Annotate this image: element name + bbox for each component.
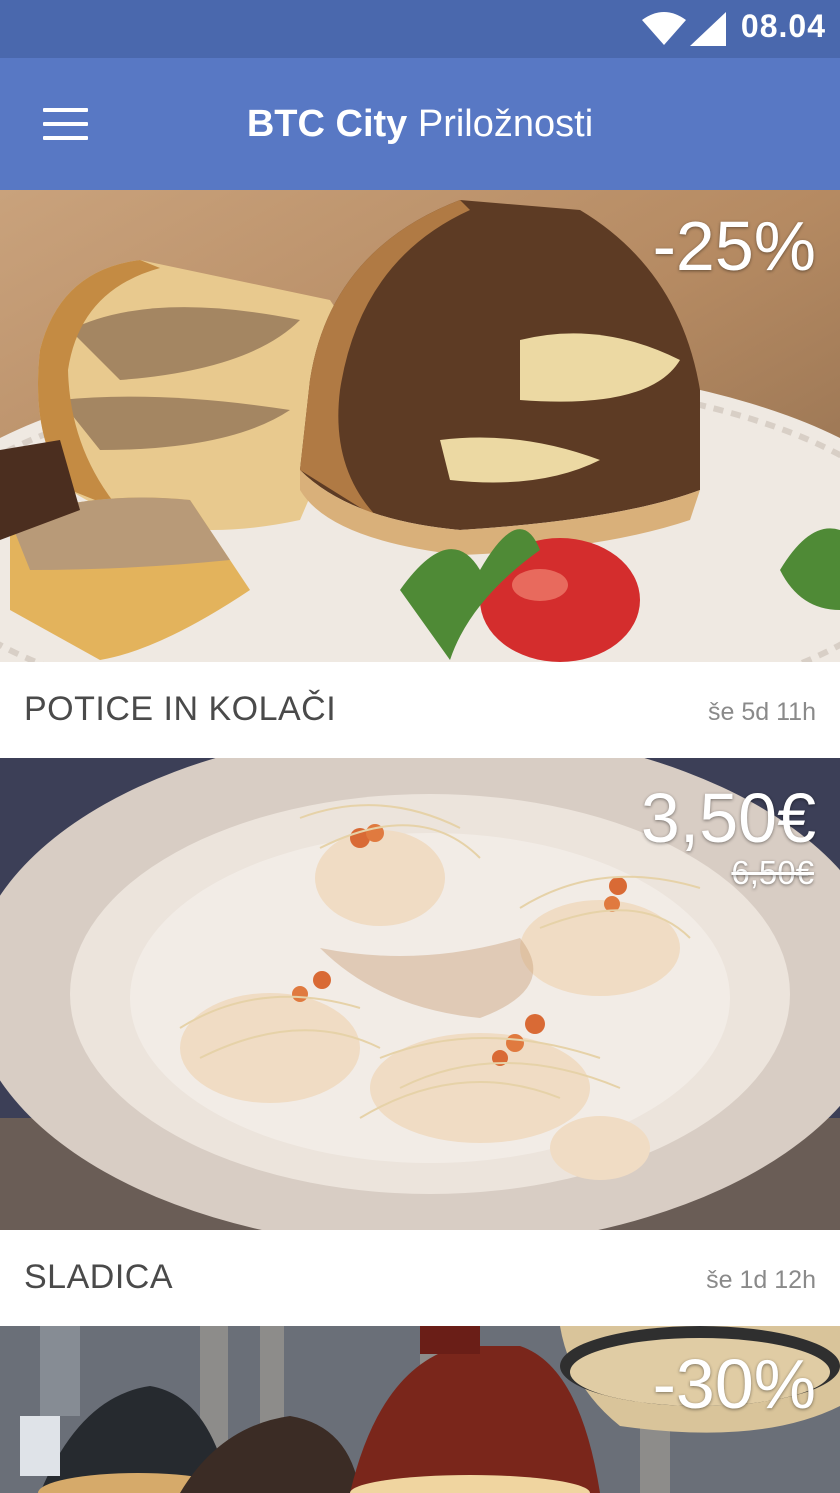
offer-image-cakes: -25% — [0, 190, 840, 662]
price-old: 6,50€ — [731, 854, 814, 891]
app-bar: BTC City Priložnosti — [0, 58, 840, 190]
offer-card[interactable]: 3,50€ 6,50€ SLADICA še 1d 12h — [0, 758, 840, 1326]
status-time: 08.04 — [740, 8, 826, 44]
price-now: 3,50€ — [640, 779, 816, 857]
offer-title: SLADICA — [24, 1258, 173, 1296]
offer-image-lamps: -30% — [0, 1326, 840, 1493]
offer-caption: POTICE IN KOLAČI še 5d 11h — [0, 662, 840, 758]
app-title: BTC City Priložnosti — [0, 100, 840, 148]
offer-card[interactable]: -30% — [0, 1326, 840, 1493]
offer-card[interactable]: -25% POTICE IN KOLAČI še 5d 11h — [0, 190, 840, 758]
time-remaining: še 1d 12h — [706, 1266, 816, 1294]
app-brand: BTC City — [246, 103, 408, 145]
cell-signal-icon — [690, 12, 726, 51]
discount-badge: -25% — [652, 207, 816, 285]
status-bar: 08.04 — [0, 0, 840, 58]
offer-caption: SLADICA še 1d 12h — [0, 1230, 840, 1326]
app-title-text: Priložnosti — [417, 103, 594, 145]
time-remaining: še 5d 11h — [708, 698, 816, 726]
offer-image-dessert: 3,50€ 6,50€ — [0, 758, 840, 1230]
discount-badge: -30% — [652, 1345, 816, 1423]
wifi-icon — [642, 12, 686, 51]
offer-title: POTICE IN KOLAČI — [24, 690, 337, 728]
